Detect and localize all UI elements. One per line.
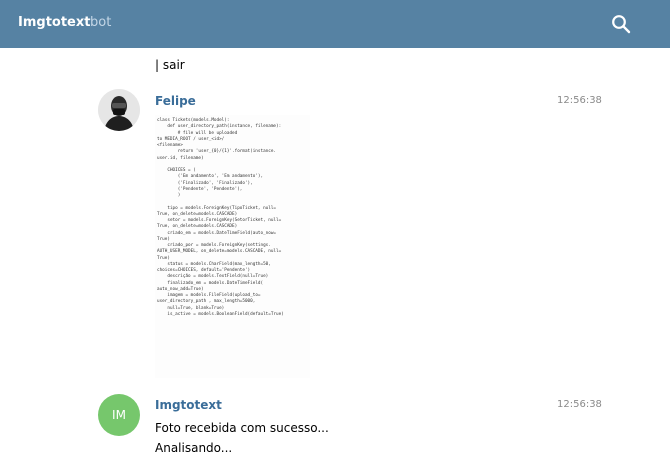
sender-name[interactable]: Imgtotext [155,398,222,412]
shared-code-photo[interactable]: class Tickets(models.Model): def user_di… [155,115,310,378]
chat-subtitle: bot [90,15,112,30]
code-text: class Tickets(models.Model): def user_di… [157,118,284,317]
sender-name[interactable]: Felipe [155,94,196,108]
top-bar: Imgtotext bot [0,0,670,48]
avatar-felipe[interactable] [98,89,140,131]
avatar-initials: IM [112,408,126,422]
previous-message-tail: | sair [155,58,185,72]
message-text: Analisando... [155,441,233,455]
message-text: Foto recebida com sucesso... [155,421,329,435]
message-time: 12:56:38 [557,95,602,106]
chat-title[interactable]: Imgtotext [18,15,90,30]
message-time: 12:56:38 [557,399,602,410]
search-icon[interactable] [611,14,631,34]
avatar-imgtotext[interactable]: IM [98,394,140,436]
